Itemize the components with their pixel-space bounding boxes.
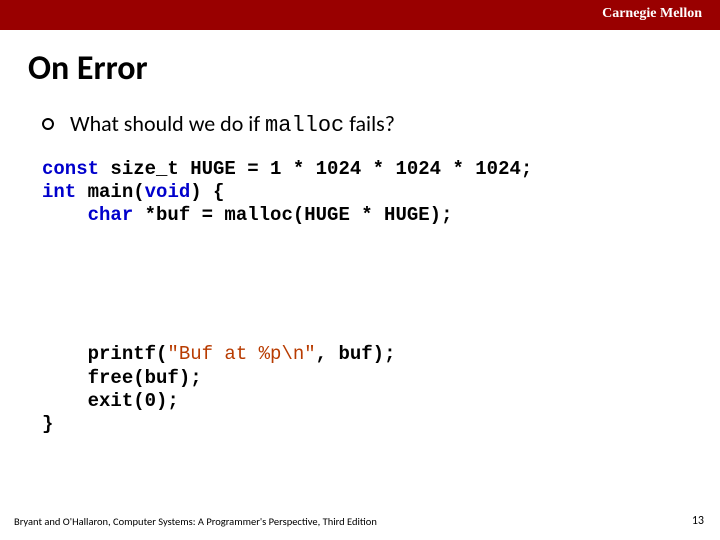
line4-post: , buf); <box>316 343 396 365</box>
bullet-code: malloc <box>265 113 344 138</box>
line3-rest: *buf = malloc(HUGE * HUGE); <box>133 204 452 226</box>
bullet-icon <box>42 118 54 130</box>
line2-main: main( <box>76 181 144 203</box>
slide-title: On Error <box>28 48 148 89</box>
line4-pre: printf( <box>42 343 167 365</box>
line7: } <box>42 413 53 435</box>
kw-char: char <box>88 204 134 226</box>
footer-citation: Bryant and O'Hallaron, Computer Systems:… <box>14 515 377 528</box>
code-block: const size_t HUGE = 1 * 1024 * 1024 * 10… <box>42 158 532 436</box>
header-bar: Carnegie Mellon <box>0 0 720 30</box>
line6: exit(0); <box>42 390 179 412</box>
slide: Carnegie Mellon On Error What should we … <box>0 0 720 540</box>
bullet-text: What should we do if malloc fails? <box>70 110 395 138</box>
line2-brace: ) { <box>190 181 224 203</box>
bullet-post: fails? <box>344 110 395 137</box>
kw-const: const <box>42 158 99 180</box>
line1-rest: size_t HUGE = 1 * 1024 * 1024 * 1024; <box>99 158 532 180</box>
string-literal: "Buf at %p\n" <box>167 343 315 365</box>
kw-void: void <box>145 181 191 203</box>
brand-text: Carnegie Mellon <box>602 6 702 22</box>
bullet-pre: What should we do if <box>70 110 265 137</box>
line5: free(buf); <box>42 367 202 389</box>
line3-indent <box>42 204 88 226</box>
bullet-row: What should we do if malloc fails? <box>42 110 395 138</box>
page-number: 13 <box>692 514 704 528</box>
kw-int: int <box>42 181 76 203</box>
